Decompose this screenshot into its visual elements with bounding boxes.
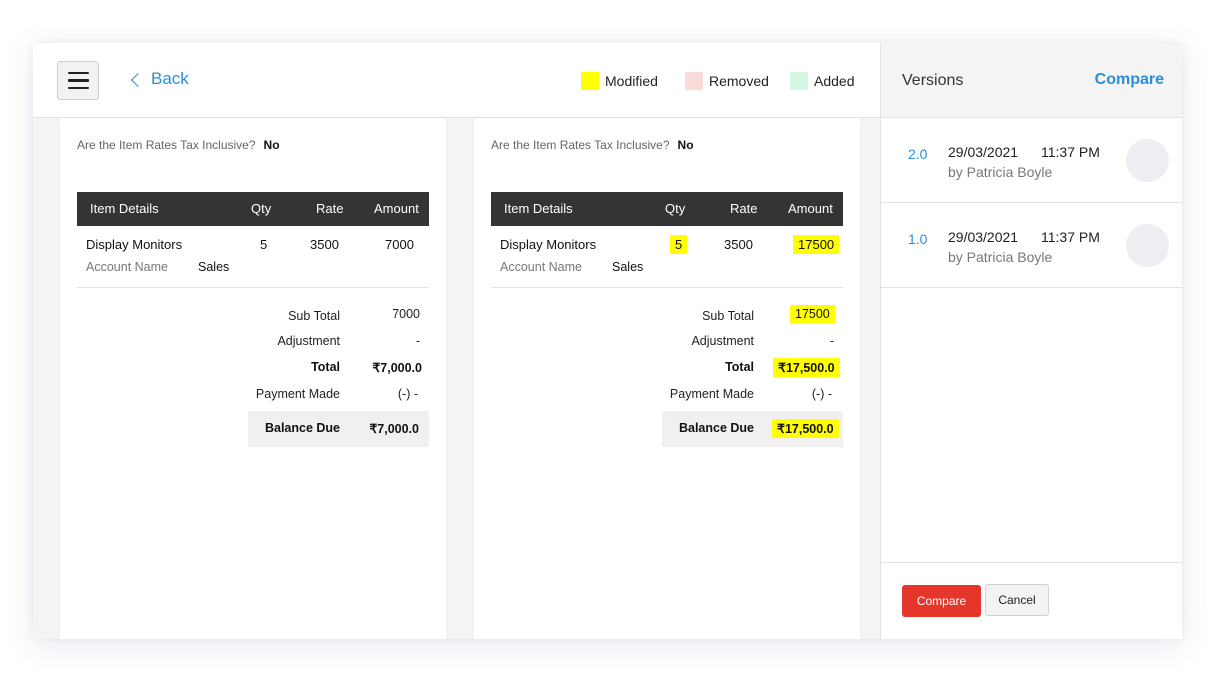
col-rate: Rate	[730, 201, 758, 216]
version-date: 29/03/2021	[948, 229, 1019, 245]
item-name: Display Monitors	[86, 237, 183, 252]
tax-inclusive-line: Are the Item Rates Tax Inclusive? No	[77, 138, 280, 152]
row-divider	[491, 287, 843, 288]
version-author: by Patricia Boyle	[948, 164, 1053, 180]
sub-total-label: Sub Total	[702, 309, 754, 323]
app-frame: Back Modified Removed Added Are the Item…	[33, 43, 1182, 639]
total-value-modified: ₹17,500.0	[773, 358, 840, 377]
versions-sidebar: Versions Compare 2.0 29/03/2021 11:37 PM…	[880, 43, 1182, 639]
adjustment-value: -	[829, 334, 834, 348]
chevron-left-icon	[130, 72, 146, 87]
back-link[interactable]: Back	[130, 69, 189, 89]
account-name-value: Sales	[198, 260, 230, 274]
account-name-label: Account Name	[86, 260, 168, 274]
versions-title: Versions	[902, 72, 964, 89]
adjustment-label: Adjustment	[277, 334, 340, 348]
document-panel-right: Are the Item Rates Tax Inclusive? No Item…	[474, 118, 860, 639]
total-value: ₹7,000.0	[372, 361, 422, 375]
item-table-header: Item Details Qty Rate Amount	[77, 192, 429, 226]
total-label: Total	[725, 360, 754, 374]
adjustment-value: -	[415, 334, 420, 348]
sub-total-value: 7000	[392, 307, 420, 321]
payment-made-label: Payment Made	[255, 387, 340, 401]
col-qty: Qty	[665, 201, 686, 216]
balance-due-label: Balance Due	[264, 421, 340, 435]
version-time: 11:37 PM	[1041, 144, 1100, 160]
avatar	[1126, 139, 1169, 182]
compare-button[interactable]: Compare	[902, 585, 981, 617]
col-item-details: Item Details	[90, 201, 159, 216]
payment-made-label: Payment Made	[669, 387, 754, 401]
tax-answer: No	[677, 138, 694, 152]
sub-total-label: Sub Total	[288, 309, 340, 323]
version-item-1-0[interactable]: 1.0 29/03/2021 11:37 PM by Patricia Boyl…	[881, 203, 1182, 288]
account-name-label: Account Name	[500, 260, 582, 274]
balance-due-value: ₹7,000.0	[369, 422, 419, 436]
item-rate: 3500	[310, 237, 339, 252]
versions-header: Versions Compare	[881, 43, 1182, 118]
balance-due-value-modified: ₹17,500.0	[772, 419, 839, 438]
version-number: 1.0	[908, 231, 928, 247]
tax-question: Are the Item Rates Tax Inclusive?	[77, 138, 256, 152]
legend-added-label: Added	[814, 73, 855, 89]
col-amount: Amount	[374, 201, 419, 216]
legend-modified: Modified	[581, 72, 658, 90]
legend-added: Added	[790, 72, 854, 90]
back-label: Back	[151, 69, 189, 88]
version-author: by Patricia Boyle	[948, 249, 1053, 265]
item-rate: 3500	[724, 237, 753, 252]
version-time: 11:37 PM	[1041, 229, 1100, 245]
added-swatch	[790, 72, 808, 90]
item-amount: 7000	[385, 237, 414, 252]
compare-link[interactable]: Compare	[1095, 71, 1164, 89]
balance-due-label: Balance Due	[678, 421, 754, 435]
version-number: 2.0	[908, 146, 928, 162]
document-panel-left: Are the Item Rates Tax Inclusive? No Item…	[60, 118, 446, 639]
item-amount-modified: 17500	[793, 235, 840, 254]
col-amount: Amount	[788, 201, 833, 216]
tax-question: Are the Item Rates Tax Inclusive?	[491, 138, 670, 152]
legend-removed: Removed	[685, 72, 769, 90]
hamburger-menu-icon[interactable]	[57, 61, 99, 100]
account-name-value: Sales	[612, 260, 644, 274]
col-qty: Qty	[251, 201, 272, 216]
avatar	[1126, 224, 1169, 267]
row-divider	[77, 287, 429, 288]
total-label: Total	[311, 360, 340, 374]
tax-answer: No	[263, 138, 280, 152]
item-qty: 5	[260, 237, 268, 252]
item-qty-modified: 5	[670, 235, 688, 254]
col-item-details: Item Details	[504, 201, 573, 216]
sub-total-value-modified: 17500	[790, 305, 835, 323]
removed-swatch	[685, 72, 703, 90]
version-item-2-0[interactable]: 2.0 29/03/2021 11:37 PM by Patricia Boyl…	[881, 118, 1182, 203]
versions-footer: Compare Cancel	[881, 562, 1182, 639]
item-name: Display Monitors	[500, 237, 597, 252]
col-rate: Rate	[316, 201, 344, 216]
legend-removed-label: Removed	[709, 73, 769, 89]
legend-modified-label: Modified	[605, 73, 658, 89]
version-date: 29/03/2021	[948, 144, 1019, 160]
item-table-header: Item Details Qty Rate Amount	[491, 192, 843, 226]
payment-made-value: (-) -	[811, 387, 832, 401]
tax-inclusive-line: Are the Item Rates Tax Inclusive? No	[491, 138, 694, 152]
modified-swatch	[581, 72, 599, 90]
cancel-button[interactable]: Cancel	[985, 584, 1049, 616]
adjustment-label: Adjustment	[691, 334, 754, 348]
top-bar: Back Modified Removed Added	[33, 43, 880, 118]
payment-made-value: (-) -	[397, 387, 418, 401]
